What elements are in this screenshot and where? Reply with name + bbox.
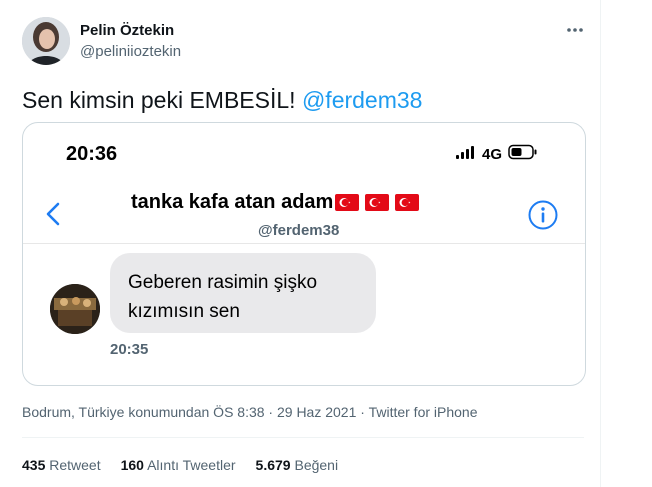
signal-icon xyxy=(456,145,476,164)
author-handle[interactable]: @peliniioztekin xyxy=(80,43,181,60)
quote-tweets-stat[interactable]: 160 Alıntı Tweetler xyxy=(121,457,236,473)
chat-title-text: tanka kafa atan adam xyxy=(131,191,334,213)
retweets-count: 435 xyxy=(22,457,46,473)
chat-title: tanka kafa atan adam xyxy=(131,191,420,214)
tweet-media-screenshot[interactable]: 20:36 4G tanka kafa atan adam @ferdem38 … xyxy=(22,122,586,386)
turkish-flags xyxy=(335,194,420,211)
network-label: 4G xyxy=(482,145,503,163)
turkish-flag-icon xyxy=(395,194,420,211)
likes-stat[interactable]: 5.679 Beğeni xyxy=(256,457,339,473)
tweet: Pelin Öztekin @peliniioztekin Sen kimsin… xyxy=(0,0,601,487)
message-bubble: Geberen rasimin şişko kızımısın sen xyxy=(110,253,376,333)
tweet-meta: Bodrum, Türkiye konumundan ÖS 8:38 · 29 … xyxy=(22,404,478,420)
quote-tweets-label: Alıntı Tweetler xyxy=(147,457,236,473)
battery-icon xyxy=(508,144,538,165)
retweets-stat[interactable]: 435 Retweet xyxy=(22,457,101,473)
turkish-flag-icon xyxy=(365,194,390,211)
tweet-timestamp-location[interactable]: Bodrum, Türkiye konumundan ÖS 8:38 · 29 … xyxy=(22,404,369,420)
chat-header-divider xyxy=(23,243,585,244)
author-avatar[interactable] xyxy=(22,17,70,65)
more-horizontal-icon[interactable] xyxy=(563,20,587,40)
status-indicators: 4G xyxy=(456,143,538,165)
retweets-label: Retweet xyxy=(49,457,101,473)
likes-label: Beğeni xyxy=(294,457,339,473)
tweet-stats: 435 Retweet 160 Alıntı Tweetler 5.679 Be… xyxy=(22,457,338,473)
tweet-text-body: Sen kimsin peki EMBESİL! xyxy=(22,87,296,113)
chat-handle: @ferdem38 xyxy=(258,222,340,239)
quote-tweets-count: 160 xyxy=(120,457,144,473)
sender-avatar xyxy=(50,284,100,334)
tweet-text: Sen kimsin peki EMBESİL! @ferdem38 xyxy=(22,87,422,114)
mention-link[interactable]: @ferdem38 xyxy=(302,87,423,113)
likes-count: 5.679 xyxy=(255,457,291,473)
turkish-flag-icon xyxy=(335,194,360,211)
message-time: 20:35 xyxy=(110,341,149,358)
meta-divider xyxy=(22,437,584,438)
tweet-source[interactable]: Twitter for iPhone xyxy=(369,404,478,420)
author-name[interactable]: Pelin Öztekin xyxy=(80,22,174,39)
back-chevron-icon[interactable] xyxy=(43,201,63,227)
status-time: 20:36 xyxy=(66,143,118,165)
info-icon[interactable] xyxy=(527,199,559,231)
